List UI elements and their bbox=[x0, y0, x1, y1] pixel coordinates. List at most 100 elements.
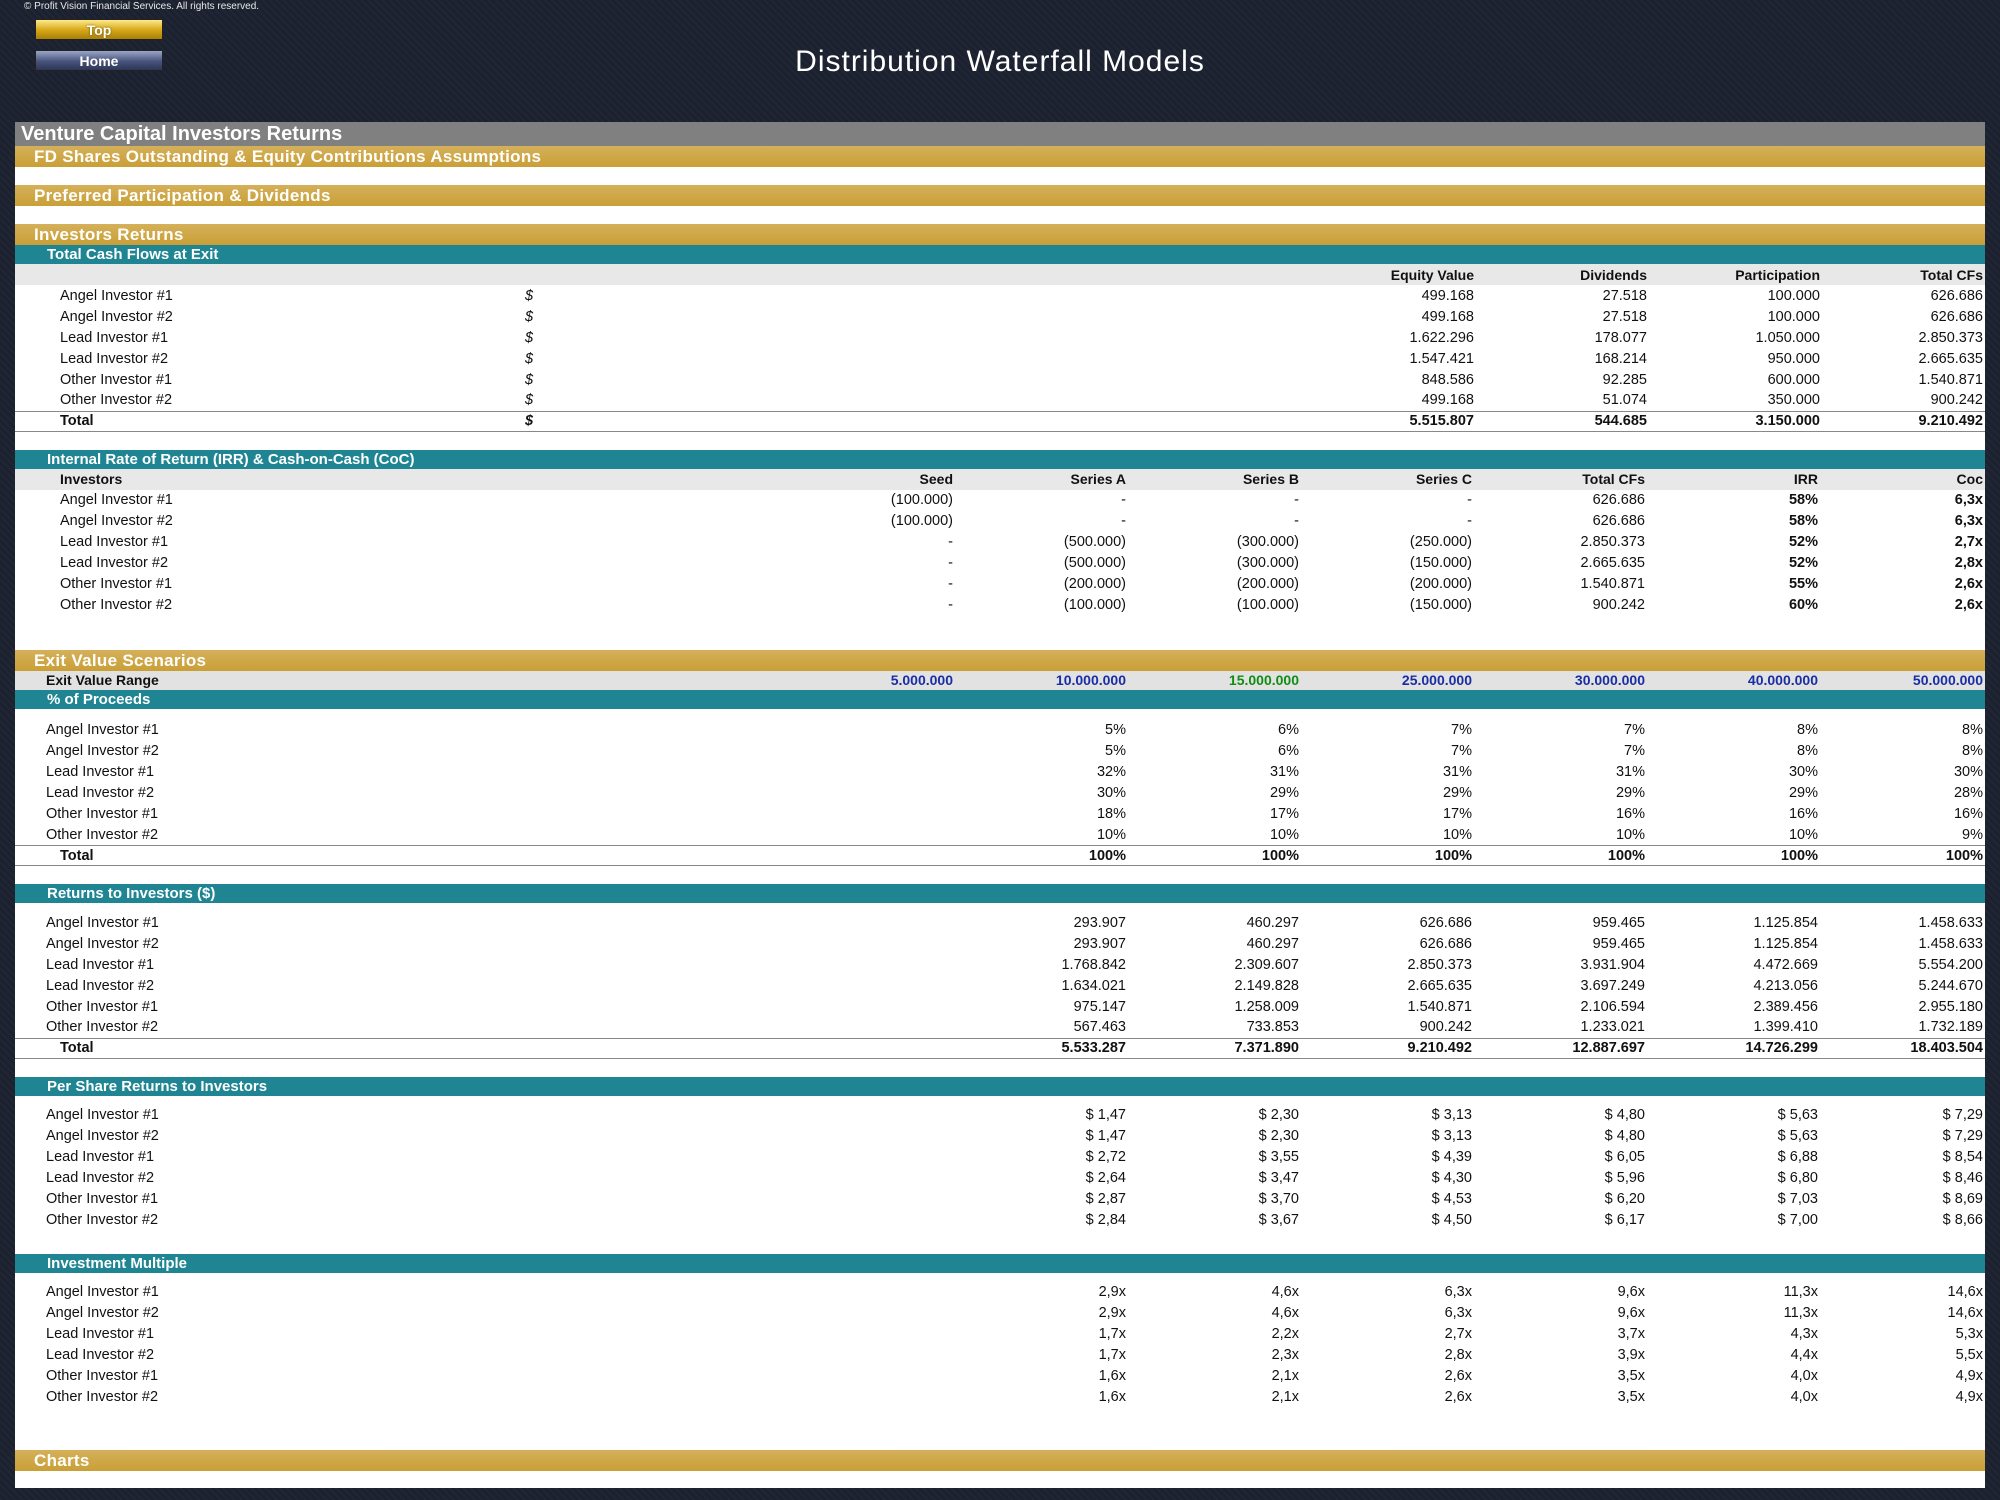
spacer-cell bbox=[475, 1345, 955, 1366]
value-cell: 2,7x bbox=[1444, 1326, 1472, 1342]
value-cell: 29% bbox=[1615, 785, 1645, 801]
col-equity-value: Equity Value bbox=[1390, 266, 1474, 283]
row-label: Lead Investor #2 bbox=[60, 555, 169, 571]
table-row: Angel Investor #2 2,9x 4,6x 6,3x 9,6x 11,3x 14… bbox=[15, 1303, 1985, 1324]
total-row: Total $5.515.807 544.685 3.150.000 9.210.492 bbox=[15, 410, 1985, 432]
value-cell: 2.665.635 bbox=[1918, 350, 1983, 367]
exit-value-cell[interactable]: 10.000.000 bbox=[955, 671, 1128, 690]
exit-value-cell[interactable]: 15.000.000 bbox=[1128, 671, 1301, 690]
spacer-cell bbox=[475, 933, 955, 954]
row-label: Other Investor #2 bbox=[46, 1212, 159, 1228]
exit-value-cell[interactable]: 50.000.000 bbox=[1820, 671, 1985, 690]
charts-section-header[interactable]: Charts bbox=[15, 1449, 1985, 1471]
value-cell: 51.074 bbox=[1602, 392, 1647, 409]
row-label: Other Investor #2 bbox=[60, 597, 173, 613]
value-cell: 2,1x bbox=[1271, 1389, 1299, 1405]
value-cell: (500.000) bbox=[1063, 555, 1126, 571]
top-button[interactable]: Top bbox=[35, 19, 163, 40]
table-row: Lead Investor #2 $ 2,64 $ 3,47 $ 4,30 $ 5,96… bbox=[15, 1168, 1985, 1189]
value-cell: 3.931.904 bbox=[1580, 956, 1645, 973]
preferred-section-header[interactable]: Preferred Participation & Dividends bbox=[15, 185, 1985, 206]
value-cell: 2,8x bbox=[1954, 555, 1983, 571]
value-cell: (300.000) bbox=[1236, 534, 1299, 550]
value-cell: - bbox=[1467, 492, 1472, 508]
value-cell: 55% bbox=[1788, 576, 1818, 592]
value-cell: 1.233.021 bbox=[1580, 1019, 1645, 1036]
value-cell: 12.887.697 bbox=[1474, 1037, 1647, 1059]
value-cell: 27.518 bbox=[1602, 287, 1647, 304]
spacer-cell bbox=[475, 762, 955, 783]
value-cell: 2,6x bbox=[1444, 1368, 1472, 1384]
value-cell: 600.000 bbox=[1767, 371, 1820, 388]
spacer-cell bbox=[475, 1387, 955, 1408]
value-cell: 626.686 bbox=[1930, 287, 1983, 304]
value-cell: 4,9x bbox=[1955, 1368, 1983, 1384]
row-label: Lead Investor #2 bbox=[46, 1347, 155, 1363]
row-label: Total bbox=[15, 410, 515, 432]
value-cell: 3,5x bbox=[1617, 1368, 1645, 1384]
value-cell: 100% bbox=[1128, 845, 1301, 866]
fd-shares-section-header[interactable]: FD Shares Outstanding & Equity Contribut… bbox=[15, 146, 1985, 167]
value-cell: - bbox=[1294, 513, 1299, 529]
exit-value-cell[interactable]: 40.000.000 bbox=[1647, 671, 1820, 690]
value-cell: 2.850.373 bbox=[1407, 956, 1472, 973]
table-row: Lead Investor #1 $1.622.296 178.077 1.050.0… bbox=[15, 327, 1985, 348]
value-cell: 1.768.842 bbox=[1061, 956, 1126, 973]
page-title: Distribution Waterfall Models bbox=[795, 45, 1205, 78]
value-cell: 16% bbox=[1615, 806, 1645, 822]
value-cell: 1.399.410 bbox=[1753, 1019, 1818, 1036]
value-cell: 11,3x bbox=[1783, 1284, 1818, 1300]
value-cell: $ 6,80 bbox=[1777, 1170, 1818, 1186]
table-row: Angel Investor #2 $ 1,47 $ 2,30 $ 3,13 $ 4,8… bbox=[15, 1126, 1985, 1147]
value-cell: 959.465 bbox=[1592, 935, 1645, 952]
value-cell: $ 2,30 bbox=[1258, 1128, 1299, 1144]
value-cell: 29% bbox=[1442, 785, 1472, 801]
spacer-cell bbox=[475, 954, 955, 975]
exit-value-cell[interactable]: 5.000.000 bbox=[475, 671, 955, 690]
value-cell: 178.077 bbox=[1594, 329, 1647, 346]
investors-returns-section-header[interactable]: Investors Returns bbox=[15, 224, 1985, 245]
value-cell: 10% bbox=[1788, 826, 1818, 843]
row-label: Lead Investor #1 bbox=[46, 1326, 155, 1342]
value-cell: 1,7x bbox=[1098, 1347, 1126, 1363]
table-row: Angel Investor #2 293.907 460.297 626.686 95… bbox=[15, 933, 1985, 954]
row-label: Other Investor #2 bbox=[60, 392, 173, 409]
value-cell: 3,9x bbox=[1617, 1347, 1645, 1363]
value-cell: 3.150.000 bbox=[1649, 410, 1822, 432]
value-cell: 29% bbox=[1269, 785, 1299, 801]
row-label: Angel Investor #2 bbox=[46, 1305, 159, 1321]
value-cell: $ 2,30 bbox=[1258, 1107, 1299, 1123]
value-cell: 60% bbox=[1788, 597, 1818, 613]
exit-value-cell[interactable]: 25.000.000 bbox=[1301, 671, 1474, 690]
table-row: Lead Investor #132%31%31%31%30%30%30% bbox=[15, 762, 1985, 783]
table-row: Other Investor #2 $ 2,84 $ 3,67 $ 4,50 $ 6,1… bbox=[15, 1210, 1985, 1231]
value-cell: 31% bbox=[1615, 764, 1645, 780]
value-cell: 1.258.009 bbox=[1234, 998, 1299, 1015]
exit-scenarios-section-header[interactable]: Exit Value Scenarios bbox=[15, 649, 1985, 671]
spacer-cell bbox=[475, 1210, 955, 1231]
value-cell: (250.000) bbox=[1409, 534, 1472, 550]
value-cell: 28% bbox=[1953, 785, 1983, 801]
row-label: Other Investor #1 bbox=[46, 1368, 159, 1384]
value-cell: 30% bbox=[1096, 785, 1126, 801]
row-label: Other Investor #1 bbox=[46, 998, 159, 1015]
value-cell: - bbox=[948, 576, 953, 592]
table-row: Lead Investor #2 $1.547.421 168.214 950.000… bbox=[15, 348, 1985, 369]
exit-value-cell[interactable]: 30.000.000 bbox=[1474, 671, 1647, 690]
main-section-header: Venture Capital Investors Returns bbox=[15, 122, 1985, 146]
value-cell: 350.000 bbox=[1767, 392, 1820, 409]
value-cell: 5.533.287 bbox=[955, 1037, 1128, 1059]
table-row: Other Investor #118%17%17%16%16%16%16% bbox=[15, 804, 1985, 825]
proceeds-table: Angel Investor #1 5% 6% 7% 7% 8% 8% 8% Angel Inv… bbox=[15, 720, 1985, 866]
value-cell: 626.686 bbox=[1930, 308, 1983, 325]
value-cell: 1,7x bbox=[1098, 1326, 1126, 1342]
value-cell: 9,6x bbox=[1617, 1305, 1645, 1321]
spacer-cell bbox=[475, 996, 955, 1017]
value-cell: 11,3x bbox=[1783, 1305, 1818, 1321]
table-row: Lead Investor #1 1.768.842 2.309.607 2.850.… bbox=[15, 954, 1985, 975]
table-row: Lead Investor #2 - (500.000) (300.000) (150.… bbox=[15, 553, 1985, 574]
value-cell: 4,6x bbox=[1271, 1305, 1299, 1321]
table-row: Angel Investor #2 $499.168 27.518 100.000 62… bbox=[15, 306, 1985, 327]
row-label: Lead Investor #1 bbox=[60, 534, 169, 550]
value-cell: (200.000) bbox=[1063, 576, 1126, 592]
